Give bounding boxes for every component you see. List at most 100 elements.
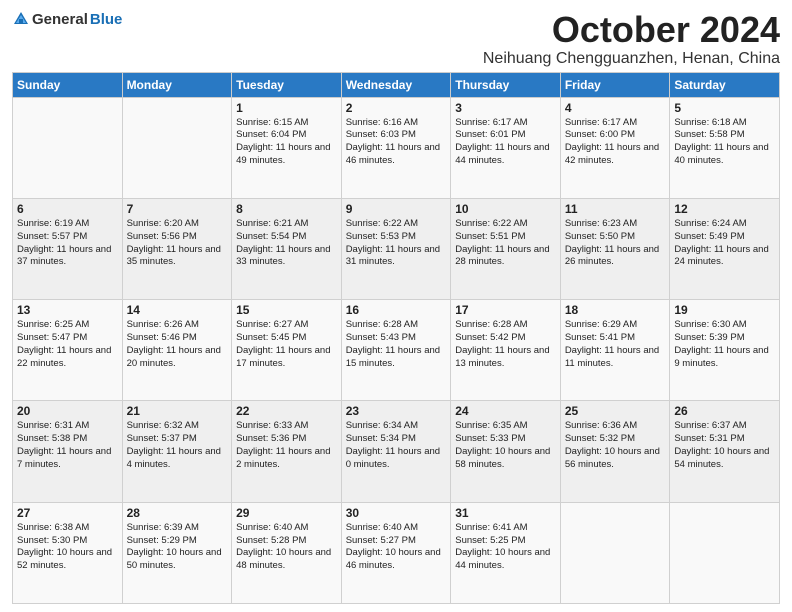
calendar-week-row: 20 Sunrise: 6:31 AM Sunset: 5:38 PM Dayli…: [13, 401, 780, 502]
table-row: [122, 97, 232, 198]
day-number: 14: [127, 303, 228, 317]
day-info: Sunrise: 6:24 AM Sunset: 5:49 PM Dayligh…: [674, 218, 775, 269]
table-row: 2Sunrise: 6:16 AM Sunset: 6:03 PM Daylig…: [341, 97, 451, 198]
table-row: 9 Sunrise: 6:22 AM Sunset: 5:53 PM Daylig…: [341, 198, 451, 299]
day-info: Sunrise: 6:41 AM Sunset: 5:25 PM Dayligh…: [455, 522, 556, 573]
table-row: [13, 97, 123, 198]
header: General Blue October 2024 Neihuang Cheng…: [12, 10, 780, 68]
table-row: 5 Sunrise: 6:18 AM Sunset: 5:58 PM Daylig…: [670, 97, 780, 198]
table-row: 12Sunrise: 6:24 AM Sunset: 5:49 PM Dayli…: [670, 198, 780, 299]
header-sunday: Sunday: [13, 72, 123, 97]
table-row: 19 Sunrise: 6:30 AM Sunset: 5:39 PM Dayli…: [670, 300, 780, 401]
day-number: 22: [236, 404, 337, 418]
table-row: 15 Sunrise: 6:27 AM Sunset: 5:45 PM Dayli…: [232, 300, 342, 401]
day-info: Sunrise: 6:40 AM Sunset: 5:28 PM Dayligh…: [236, 522, 337, 573]
day-info: Sunrise: 6:17 AM Sunset: 6:00 PM Dayligh…: [565, 117, 666, 168]
table-row: 31 Sunrise: 6:41 AM Sunset: 5:25 PM Dayli…: [451, 502, 561, 603]
day-info: Sunrise: 6:34 AM Sunset: 5:34 PM Dayligh…: [346, 420, 447, 471]
day-info: Sunrise: 6:28 AM Sunset: 5:42 PM Dayligh…: [455, 319, 556, 370]
day-info: Sunrise: 6:18 AM Sunset: 5:58 PM Dayligh…: [674, 117, 775, 168]
table-row: [670, 502, 780, 603]
header-tuesday: Tuesday: [232, 72, 342, 97]
day-number: 17: [455, 303, 556, 317]
day-info: Sunrise: 6:20 AM Sunset: 5:56 PM Dayligh…: [127, 218, 228, 269]
table-row: 23 Sunrise: 6:34 AM Sunset: 5:34 PM Dayli…: [341, 401, 451, 502]
day-info: Sunrise: 6:27 AM Sunset: 5:45 PM Dayligh…: [236, 319, 337, 370]
day-number: 3: [455, 101, 556, 115]
day-number: 27: [17, 506, 118, 520]
day-info: Sunrise: 6:37 AM Sunset: 5:31 PM Dayligh…: [674, 420, 775, 471]
day-info: Sunrise: 6:35 AM Sunset: 5:33 PM Dayligh…: [455, 420, 556, 471]
header-thursday: Thursday: [451, 72, 561, 97]
table-row: 16Sunrise: 6:28 AM Sunset: 5:43 PM Dayli…: [341, 300, 451, 401]
table-row: 25Sunrise: 6:36 AM Sunset: 5:32 PM Dayli…: [560, 401, 670, 502]
calendar-week-row: 1 Sunrise: 6:15 AM Sunset: 6:04 PM Daylig…: [13, 97, 780, 198]
table-row: 27 Sunrise: 6:38 AM Sunset: 5:30 PM Dayli…: [13, 502, 123, 603]
calendar-week-row: 27 Sunrise: 6:38 AM Sunset: 5:30 PM Dayli…: [13, 502, 780, 603]
table-row: 7 Sunrise: 6:20 AM Sunset: 5:56 PM Daylig…: [122, 198, 232, 299]
page: General Blue October 2024 Neihuang Cheng…: [0, 0, 792, 612]
day-number: 11: [565, 202, 666, 216]
day-info: Sunrise: 6:38 AM Sunset: 5:30 PM Dayligh…: [17, 522, 118, 573]
day-number: 4: [565, 101, 666, 115]
day-info: Sunrise: 6:16 AM Sunset: 6:03 PM Dayligh…: [346, 117, 447, 168]
header-monday: Monday: [122, 72, 232, 97]
day-number: 23: [346, 404, 447, 418]
day-info: Sunrise: 6:22 AM Sunset: 5:51 PM Dayligh…: [455, 218, 556, 269]
table-row: 1 Sunrise: 6:15 AM Sunset: 6:04 PM Daylig…: [232, 97, 342, 198]
table-row: 3 Sunrise: 6:17 AM Sunset: 6:01 PM Daylig…: [451, 97, 561, 198]
table-row: 17 Sunrise: 6:28 AM Sunset: 5:42 PM Dayli…: [451, 300, 561, 401]
calendar-week-row: 13 Sunrise: 6:25 AM Sunset: 5:47 PM Dayli…: [13, 300, 780, 401]
day-number: 30: [346, 506, 447, 520]
table-row: 13 Sunrise: 6:25 AM Sunset: 5:47 PM Dayli…: [13, 300, 123, 401]
day-info: Sunrise: 6:21 AM Sunset: 5:54 PM Dayligh…: [236, 218, 337, 269]
table-row: 30Sunrise: 6:40 AM Sunset: 5:27 PM Dayli…: [341, 502, 451, 603]
table-row: 14Sunrise: 6:26 AM Sunset: 5:46 PM Dayli…: [122, 300, 232, 401]
day-info: Sunrise: 6:29 AM Sunset: 5:41 PM Dayligh…: [565, 319, 666, 370]
day-number: 20: [17, 404, 118, 418]
location-title: Neihuang Chengguanzhen, Henan, China: [483, 50, 780, 68]
day-number: 5: [674, 101, 775, 115]
month-title: October 2024: [483, 10, 780, 50]
day-info: Sunrise: 6:31 AM Sunset: 5:38 PM Dayligh…: [17, 420, 118, 471]
calendar-body: 1 Sunrise: 6:15 AM Sunset: 6:04 PM Daylig…: [13, 97, 780, 603]
table-row: 29 Sunrise: 6:40 AM Sunset: 5:28 PM Dayli…: [232, 502, 342, 603]
table-row: 21 Sunrise: 6:32 AM Sunset: 5:37 PM Dayli…: [122, 401, 232, 502]
day-info: Sunrise: 6:23 AM Sunset: 5:50 PM Dayligh…: [565, 218, 666, 269]
day-info: Sunrise: 6:33 AM Sunset: 5:36 PM Dayligh…: [236, 420, 337, 471]
day-info: Sunrise: 6:15 AM Sunset: 6:04 PM Dayligh…: [236, 117, 337, 168]
day-number: 13: [17, 303, 118, 317]
title-area: October 2024 Neihuang Chengguanzhen, Hen…: [483, 10, 780, 68]
day-number: 21: [127, 404, 228, 418]
logo: General Blue: [12, 10, 122, 28]
day-number: 31: [455, 506, 556, 520]
calendar-header-row: Sunday Monday Tuesday Wednesday Thursday…: [13, 72, 780, 97]
calendar-week-row: 6Sunrise: 6:19 AM Sunset: 5:57 PM Daylig…: [13, 198, 780, 299]
day-number: 16: [346, 303, 447, 317]
table-row: 8 Sunrise: 6:21 AM Sunset: 5:54 PM Daylig…: [232, 198, 342, 299]
logo-text-blue: Blue: [90, 11, 123, 28]
day-number: 8: [236, 202, 337, 216]
day-info: Sunrise: 6:32 AM Sunset: 5:37 PM Dayligh…: [127, 420, 228, 471]
header-friday: Friday: [560, 72, 670, 97]
table-row: 22 Sunrise: 6:33 AM Sunset: 5:36 PM Dayli…: [232, 401, 342, 502]
day-info: Sunrise: 6:30 AM Sunset: 5:39 PM Dayligh…: [674, 319, 775, 370]
table-row: 6Sunrise: 6:19 AM Sunset: 5:57 PM Daylig…: [13, 198, 123, 299]
day-number: 7: [127, 202, 228, 216]
header-saturday: Saturday: [670, 72, 780, 97]
day-number: 19: [674, 303, 775, 317]
day-number: 29: [236, 506, 337, 520]
logo-area: General Blue: [12, 10, 122, 28]
day-info: Sunrise: 6:36 AM Sunset: 5:32 PM Dayligh…: [565, 420, 666, 471]
day-number: 10: [455, 202, 556, 216]
day-info: Sunrise: 6:19 AM Sunset: 5:57 PM Dayligh…: [17, 218, 118, 269]
day-number: 1: [236, 101, 337, 115]
day-info: Sunrise: 6:22 AM Sunset: 5:53 PM Dayligh…: [346, 218, 447, 269]
day-info: Sunrise: 6:25 AM Sunset: 5:47 PM Dayligh…: [17, 319, 118, 370]
table-row: 11 Sunrise: 6:23 AM Sunset: 5:50 PM Dayli…: [560, 198, 670, 299]
day-info: Sunrise: 6:17 AM Sunset: 6:01 PM Dayligh…: [455, 117, 556, 168]
table-row: [560, 502, 670, 603]
general-blue-icon: [12, 10, 30, 28]
day-number: 15: [236, 303, 337, 317]
day-number: 9: [346, 202, 447, 216]
